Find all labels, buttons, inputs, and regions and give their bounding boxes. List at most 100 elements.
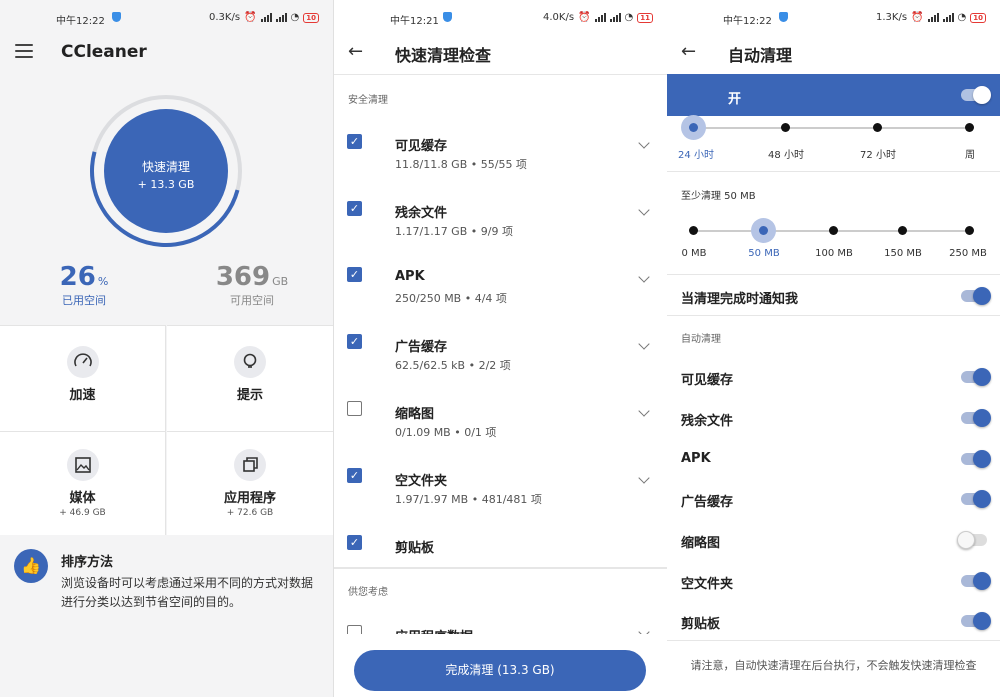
toggle-empty-folders[interactable] xyxy=(961,572,991,590)
signal-icon xyxy=(260,13,272,22)
toggle-thumbnails[interactable] xyxy=(957,531,987,549)
toggle-apk[interactable] xyxy=(961,450,991,468)
checkbox-thumbnails[interactable] xyxy=(347,401,362,416)
wifi-icon: ◔ xyxy=(624,12,634,23)
master-toggle-label: 开 xyxy=(728,92,742,107)
interval-label: 周 xyxy=(965,150,975,161)
toggle-residual-files[interactable] xyxy=(961,409,991,427)
tile-tips-label: 提示 xyxy=(236,388,263,403)
item-clipboard-title: 剪贴板 xyxy=(395,541,435,556)
item-ad-cache-sub: 62.5/62.5 kB • 2/2 项 xyxy=(395,359,511,372)
chevron-down-icon[interactable] xyxy=(638,472,650,484)
tile-speed-label: 加速 xyxy=(69,388,96,403)
network-speed: 4.0K/s xyxy=(543,12,575,23)
item-apk-title: APK xyxy=(395,269,425,284)
toggle-clipboard[interactable] xyxy=(961,612,991,630)
app-title: CCleaner xyxy=(61,42,147,62)
interval-tick[interactable] xyxy=(781,123,790,132)
item-thumbnails-sub: 0/1.09 MB • 0/1 项 xyxy=(395,426,497,439)
chevron-down-icon[interactable] xyxy=(638,137,650,149)
tile-speed[interactable]: 加速 xyxy=(0,325,166,431)
battery-icon: 10 xyxy=(303,12,319,23)
interval-tick[interactable] xyxy=(965,123,974,132)
status-time: 中午12:22 xyxy=(723,16,772,27)
size-tick[interactable] xyxy=(829,226,838,235)
toggle-visible-cache-label: 可见缓存 xyxy=(681,373,734,388)
size-tick[interactable] xyxy=(965,226,974,235)
toggle-apk-label: APK xyxy=(681,451,711,466)
shield-icon xyxy=(112,12,121,22)
status-time: 中午12:21 xyxy=(390,16,439,27)
master-toggle-switch[interactable] xyxy=(961,86,991,104)
checkbox-ad-cache[interactable]: ✓ xyxy=(347,334,362,349)
toggle-empty-folders-label: 空文件夹 xyxy=(681,577,734,592)
checkbox-empty-folders[interactable]: ✓ xyxy=(347,468,362,483)
finish-clean-button[interactable]: 完成清理 (13.3 GB) xyxy=(354,650,646,691)
item-visible-cache-sub: 11.8/11.8 GB • 55/55 项 xyxy=(395,158,527,171)
master-toggle-bar[interactable]: 开 xyxy=(667,74,1000,116)
quick-clean-button[interactable]: 快速清理 + 13.3 GB xyxy=(104,109,228,233)
item-empty-folders-title: 空文件夹 xyxy=(395,474,448,489)
size-label: 100 MB xyxy=(815,248,853,259)
wifi-icon: ◔ xyxy=(290,12,300,23)
checkbox-visible-cache[interactable]: ✓ xyxy=(347,134,362,149)
interval-tick[interactable] xyxy=(873,123,882,132)
auto-clean-note: 请注意，自动快速清理在后台执行，不会触发快速清理检查 xyxy=(690,659,977,672)
interval-label: 24 小时 xyxy=(678,150,714,161)
size-slider-thumb[interactable] xyxy=(751,218,776,243)
back-arrow-icon[interactable]: ← xyxy=(348,41,363,62)
item-residual-files-sub: 1.17/1.17 GB • 9/9 项 xyxy=(395,225,513,238)
image-icon xyxy=(66,449,99,481)
checkbox-residual-files[interactable]: ✓ xyxy=(347,201,362,216)
section-divider xyxy=(667,640,1000,641)
toggle-ad-cache[interactable] xyxy=(961,490,991,508)
free-space-unit: GB xyxy=(272,275,289,288)
wifi-icon: ◔ xyxy=(957,12,967,23)
size-label: 50 MB xyxy=(748,248,780,259)
network-speed: 0.3K/s xyxy=(209,12,241,23)
size-label: 0 MB xyxy=(681,248,707,259)
tile-apps-label: 应用程序 xyxy=(223,491,276,506)
status-bar: 中午12:22 0.3K/s ⏰ ◔ 10 xyxy=(0,8,333,28)
size-tick[interactable] xyxy=(689,226,698,235)
chevron-down-icon[interactable] xyxy=(638,338,650,350)
tile-apps[interactable]: 应用程序 + 72.6 GB xyxy=(167,431,333,535)
section-safe-clean: 安全清理 xyxy=(348,95,388,106)
appbar-divider xyxy=(334,74,667,75)
lightbulb-icon xyxy=(234,346,266,378)
item-visible-cache-title: 可见缓存 xyxy=(395,139,448,154)
quick-clean-label: 快速清理 xyxy=(141,160,190,174)
interval-label: 48 小时 xyxy=(768,150,804,161)
app-bar: ← 快速清理检查 xyxy=(334,30,667,74)
hamburger-menu-icon[interactable] xyxy=(15,44,33,58)
size-label: 150 MB xyxy=(884,248,922,259)
checkbox-apk[interactable]: ✓ xyxy=(347,267,362,282)
toggle-visible-cache[interactable] xyxy=(961,368,991,386)
used-space-unit: % xyxy=(97,275,109,288)
size-label: 250 MB xyxy=(949,248,987,259)
status-indicators: 1.3K/s ⏰ ◔ 10 xyxy=(876,12,986,23)
notify-toggle[interactable] xyxy=(961,287,991,305)
used-space-value: 26 xyxy=(59,262,96,292)
toggle-clipboard-label: 剪贴板 xyxy=(681,617,721,632)
tile-media-size: + 46.9 GB xyxy=(59,508,106,518)
interval-slider-track[interactable] xyxy=(693,127,971,129)
tile-apps-size: + 72.6 GB xyxy=(226,508,274,518)
item-apk-sub: 250/250 MB • 4/4 项 xyxy=(395,292,507,305)
back-arrow-icon[interactable]: ← xyxy=(681,41,696,62)
signal-icon xyxy=(609,13,621,22)
chevron-down-icon[interactable] xyxy=(638,271,650,283)
chevron-down-icon[interactable] xyxy=(638,405,650,417)
checkbox-clipboard[interactable]: ✓ xyxy=(347,535,362,550)
section-divider xyxy=(667,315,1000,316)
speedometer-icon xyxy=(66,346,99,378)
item-residual-files-title: 残余文件 xyxy=(395,206,448,221)
tile-tips[interactable]: 提示 xyxy=(167,325,333,431)
interval-slider-thumb[interactable] xyxy=(681,115,706,140)
chevron-down-icon[interactable] xyxy=(638,204,650,216)
alarm-icon: ⏰ xyxy=(911,12,924,23)
toggle-ad-cache-label: 广告缓存 xyxy=(681,495,734,510)
size-tick[interactable] xyxy=(898,226,907,235)
toggle-residual-files-label: 残余文件 xyxy=(681,414,734,429)
tile-media[interactable]: 媒体 + 46.9 GB xyxy=(0,431,166,535)
